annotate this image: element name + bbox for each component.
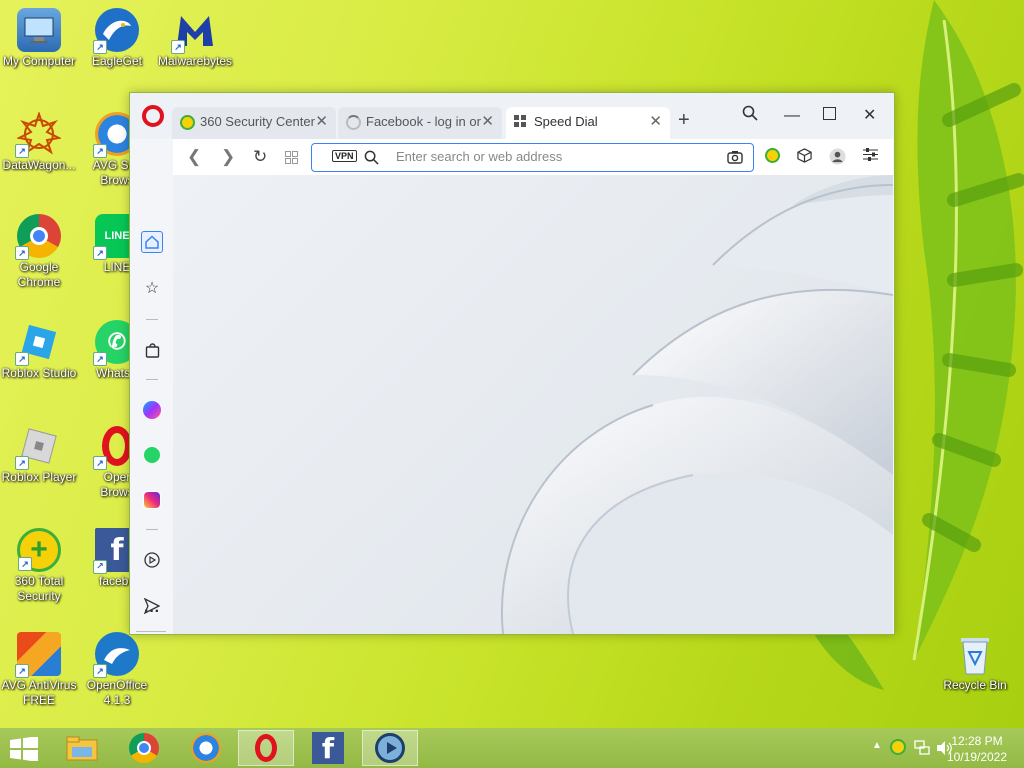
sidebar: ☆	[130, 139, 173, 634]
back-icon[interactable]: ❮	[187, 147, 201, 167]
file-explorer-icon[interactable]	[54, 730, 110, 766]
recycle-bin-icon	[953, 632, 997, 676]
desktop-icon-label: OpenOffice 4.1.3	[86, 678, 148, 707]
tab-title: 360 Security Center	[200, 114, 315, 129]
desktop-icon-label: Roblox Player	[1, 470, 77, 484]
desktop-icon-malwarebytes[interactable]: ↗ Malwarebytes	[156, 8, 234, 69]
search-tabs-icon[interactable]	[742, 105, 758, 126]
roblox-studio-icon: ↗	[15, 320, 61, 366]
avg-antivirus-icon: ↗	[15, 632, 61, 678]
maximize-icon[interactable]	[823, 107, 836, 125]
new-tab-icon[interactable]: +	[678, 109, 690, 132]
desktop-icon-eagleget[interactable]: ↗ EagleGet	[78, 8, 156, 69]
desktop-icon-label: EagleGet	[91, 54, 143, 68]
desktop-icon-360-total-security[interactable]: + ↗ 360 Total Security	[0, 528, 78, 604]
home-icon[interactable]	[141, 231, 163, 253]
desktop-icon-label: My Computer	[2, 54, 76, 68]
facebook-taskbar-icon[interactable]: f	[300, 730, 356, 766]
close-window-icon[interactable]: ✕	[863, 105, 876, 125]
opera-menu-icon[interactable]	[142, 105, 164, 127]
speed-dial-wallpaper	[500, 175, 893, 634]
sidebar-divider	[146, 529, 158, 530]
chrome-icon: ↗	[15, 214, 61, 260]
vpn-badge[interactable]: VPN	[332, 150, 357, 162]
malwarebytes-icon: ↗	[171, 8, 217, 54]
360-tray-icon[interactable]	[890, 739, 906, 760]
extensions-cube-icon[interactable]	[797, 148, 812, 166]
tab-360-security-center[interactable]: 360 Security Center ✕	[172, 107, 336, 139]
desktop-icon-label: DataWagon...	[2, 158, 76, 172]
address-bar: ❮ ❯ ↻ VPN	[173, 139, 893, 175]
clock-date: 10/19/2022	[946, 750, 1008, 764]
clock[interactable]: 12:28 PM 10/19/2022	[942, 733, 1012, 765]
360-extension-icon[interactable]	[765, 148, 780, 166]
close-tab-icon[interactable]: ✕	[315, 112, 328, 130]
minimize-icon[interactable]: —	[784, 107, 800, 125]
close-tab-icon[interactable]: ✕	[649, 112, 662, 130]
search-input[interactable]	[396, 149, 716, 164]
more-icon[interactable]: ···	[141, 601, 163, 623]
shopping-bag-icon[interactable]	[141, 339, 163, 361]
desktop-icon-label: Google Chrome	[17, 260, 61, 289]
sidebar-divider	[136, 631, 166, 632]
show-hidden-icons-icon[interactable]: ▲	[872, 740, 882, 751]
desktop-icon-my-computer[interactable]: My Computer	[0, 8, 78, 69]
datawagon-icon: ↗	[15, 112, 61, 158]
openoffice-icon: ↗	[93, 632, 139, 678]
computer-icon	[17, 8, 61, 52]
chrome-taskbar-icon[interactable]	[116, 730, 172, 766]
windows-start-icon[interactable]	[10, 736, 38, 762]
media-player-taskbar-icon[interactable]	[362, 730, 418, 766]
desktop-icon-label: AVG AntiVirus FREE	[1, 678, 77, 707]
desktop-icon-label: 360 Total Security	[14, 574, 64, 603]
profile-icon[interactable]	[829, 148, 846, 168]
speed-dial-icon	[514, 115, 529, 130]
instagram-icon[interactable]	[141, 489, 163, 511]
tab-bar: 360 Security Center ✕ Facebook - log in …	[130, 93, 894, 139]
opera-taskbar-icon[interactable]	[238, 730, 294, 766]
url-field[interactable]: VPN	[311, 143, 754, 172]
sidebar-divider	[146, 379, 158, 380]
tab-title: Facebook - log in or	[366, 114, 481, 129]
messenger-icon[interactable]	[141, 399, 163, 421]
search-icon	[364, 150, 379, 170]
loading-spinner-icon	[346, 115, 361, 130]
speed-dial-grid-icon[interactable]	[285, 149, 298, 169]
taskbar: f ▲ 12:28 PM 10/19/2022	[0, 728, 1024, 768]
eagleget-icon: ↗	[93, 8, 139, 54]
reload-icon[interactable]: ↻	[253, 147, 267, 167]
desktop-icon-google-chrome[interactable]: ↗ Google Chrome	[0, 214, 78, 290]
desktop-icon-datawagon[interactable]: ↗ DataWagon...	[0, 112, 78, 173]
tab-facebook[interactable]: Facebook - log in or ✕	[338, 107, 502, 139]
desktop-icon-label: Malwarebytes	[157, 54, 233, 68]
avg-browser-taskbar-icon[interactable]	[178, 730, 234, 766]
clock-time: 12:28 PM	[951, 734, 1003, 748]
forward-icon[interactable]: ❯	[221, 147, 235, 167]
desktop-icon-avg-antivirus[interactable]: ↗ AVG AntiVirus FREE	[0, 632, 78, 708]
desktop-icon-label: Roblox Studio	[1, 366, 77, 380]
camera-icon[interactable]	[727, 150, 743, 169]
player-icon[interactable]	[141, 549, 163, 571]
whatsapp-icon[interactable]	[141, 444, 163, 466]
sidebar-divider	[146, 319, 158, 320]
pinboards-icon[interactable]: ☆	[141, 277, 163, 299]
tab-speed-dial[interactable]: Speed Dial ✕	[506, 107, 670, 139]
speed-dial-page	[173, 175, 893, 634]
desktop-icon-roblox-player[interactable]: ↗ Roblox Player	[0, 424, 78, 485]
easy-setup-icon[interactable]	[863, 148, 878, 164]
desktop-icon-recycle-bin[interactable]: Recycle Bin	[936, 632, 1014, 693]
desktop-icon-openoffice[interactable]: ↗ OpenOffice 4.1.3	[78, 632, 156, 708]
opera-browser-window[interactable]: 360 Security Center ✕ Facebook - log in …	[129, 92, 895, 635]
desktop-icon-label: Recycle Bin	[943, 678, 1007, 692]
desktop-icon-roblox-studio[interactable]: ↗ Roblox Studio	[0, 320, 78, 381]
close-tab-icon[interactable]: ✕	[481, 112, 494, 130]
360-security-icon: + ↗	[17, 528, 61, 572]
network-icon[interactable]	[914, 740, 930, 761]
roblox-player-icon: ↗	[15, 424, 61, 470]
tab-title: Speed Dial	[534, 114, 598, 129]
360-security-icon	[180, 115, 195, 130]
